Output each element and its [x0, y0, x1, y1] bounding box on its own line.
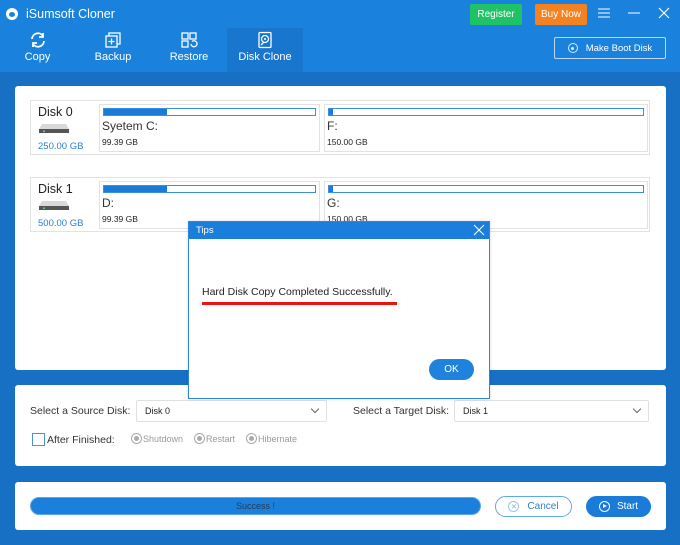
disc-icon	[567, 43, 578, 53]
make-boot-disk-button[interactable]: Make Boot Disk	[554, 37, 666, 59]
chevron-down-icon	[310, 404, 320, 414]
dialog-title-bar: Tips	[189, 222, 489, 239]
disk-clone-icon	[258, 31, 272, 49]
partition-size: 99.39 GB	[102, 214, 138, 224]
disk-info: Disk 1 500.00 GB	[38, 182, 98, 229]
partition-label: D:	[102, 196, 114, 210]
tab-disk-clone-label: Disk Clone	[238, 51, 292, 63]
ok-button[interactable]: OK	[429, 359, 474, 380]
dialog-message: Hard Disk Copy Completed Successfully.	[202, 286, 393, 298]
partition-usage-fill	[329, 109, 333, 115]
cancel-button[interactable]: ✕ Cancel	[495, 496, 572, 517]
radio-restart[interactable]: Restart	[194, 433, 235, 444]
cancel-label: Cancel	[527, 501, 559, 512]
after-finished-checkbox[interactable]	[32, 433, 45, 446]
radio-restart-label: Restart	[206, 433, 236, 444]
disk-size: 500.00 GB	[38, 218, 84, 229]
make-boot-disk-label: Make Boot Disk	[585, 42, 653, 54]
partition[interactable]: F: 150.00 GB	[324, 104, 648, 152]
app-logo-icon	[6, 8, 18, 20]
target-disk-label: Select a Target Disk:	[353, 405, 450, 417]
after-finished-label: After Finished:	[47, 434, 115, 446]
partition-usage-bar	[103, 185, 316, 193]
partition-size: 99.39 GB	[102, 137, 138, 147]
partition-usage-fill	[104, 109, 168, 115]
app-title: iSumsoft Cloner	[6, 5, 115, 23]
tab-copy[interactable]: Copy	[0, 28, 75, 72]
partition-size: 150.00 GB	[327, 137, 368, 147]
cancel-icon: ✕	[508, 501, 520, 512]
progress-status: Success !	[235, 501, 275, 511]
target-disk-value: Disk 1	[463, 406, 489, 416]
tab-backup-label: Backup	[94, 51, 132, 63]
partition-usage-bar	[328, 108, 644, 116]
menu-icon[interactable]	[594, 4, 614, 22]
title-bar: iSumsoft Cloner Register Buy Now Copy Ba…	[0, 0, 680, 72]
progress-bar: Success !	[30, 497, 481, 515]
close-icon[interactable]	[654, 4, 674, 22]
dialog-close-icon[interactable]	[472, 223, 486, 237]
partition-usage-bar	[103, 108, 316, 116]
radio-shutdown-label: Shutdown	[143, 433, 184, 444]
tab-copy-label: Copy	[24, 51, 51, 63]
app-title-text: iSumsoft Cloner	[26, 7, 115, 21]
main-nav: Copy Backup Restore Disk Clone	[0, 28, 303, 72]
source-disk-label: Select a Source Disk:	[30, 405, 131, 417]
tab-restore-label: Restore	[169, 51, 209, 63]
source-disk-select[interactable]: Disk 0	[136, 400, 327, 422]
buy-now-button[interactable]: Buy Now	[535, 4, 587, 25]
disk-size: 250.00 GB	[38, 141, 84, 152]
red-underline-annotation	[202, 302, 397, 305]
play-icon	[598, 501, 610, 512]
target-disk-select[interactable]: Disk 1	[454, 400, 649, 422]
tab-disk-clone[interactable]: Disk Clone	[227, 28, 303, 72]
partition-label: F:	[327, 119, 338, 133]
partition-usage-fill	[329, 186, 333, 192]
partition-label: Syetem C:	[102, 119, 159, 133]
partition-usage-fill	[104, 186, 168, 192]
radio-shutdown[interactable]: Shutdown	[131, 433, 183, 444]
start-button[interactable]: Start	[586, 496, 651, 517]
radio-hibernate-label: Hibernate	[258, 433, 298, 444]
hard-drive-icon	[39, 201, 69, 210]
radio-icon	[246, 433, 257, 444]
backup-icon	[105, 32, 121, 48]
disk-row-0[interactable]: Disk 0 250.00 GB Syetem C: 99.39 GB F: 1…	[30, 100, 650, 155]
disk-name: Disk 1	[38, 182, 73, 196]
disk-info: Disk 0 250.00 GB	[38, 105, 98, 152]
dialog-title: Tips	[196, 225, 214, 236]
register-button[interactable]: Register	[470, 4, 522, 25]
action-panel: Success ! ✕ Cancel Start	[15, 482, 666, 530]
radio-icon	[194, 433, 205, 444]
radio-hibernate[interactable]: Hibernate	[246, 433, 297, 444]
start-label: Start	[616, 501, 639, 512]
partition-label: G:	[327, 196, 340, 210]
source-disk-value: Disk 0	[145, 406, 171, 416]
tab-backup[interactable]: Backup	[75, 28, 151, 72]
partition[interactable]: Syetem C: 99.39 GB	[99, 104, 320, 152]
partition-usage-bar	[328, 185, 644, 193]
radio-icon	[131, 433, 142, 444]
hard-drive-icon	[39, 124, 69, 133]
minimize-icon[interactable]	[624, 4, 644, 22]
chevron-down-icon	[632, 404, 642, 414]
sync-icon	[30, 32, 45, 48]
disk-name: Disk 0	[38, 105, 73, 119]
restore-icon	[181, 32, 198, 48]
tips-dialog: Tips Hard Disk Copy Completed Successful…	[188, 221, 490, 399]
tab-restore[interactable]: Restore	[151, 28, 227, 72]
